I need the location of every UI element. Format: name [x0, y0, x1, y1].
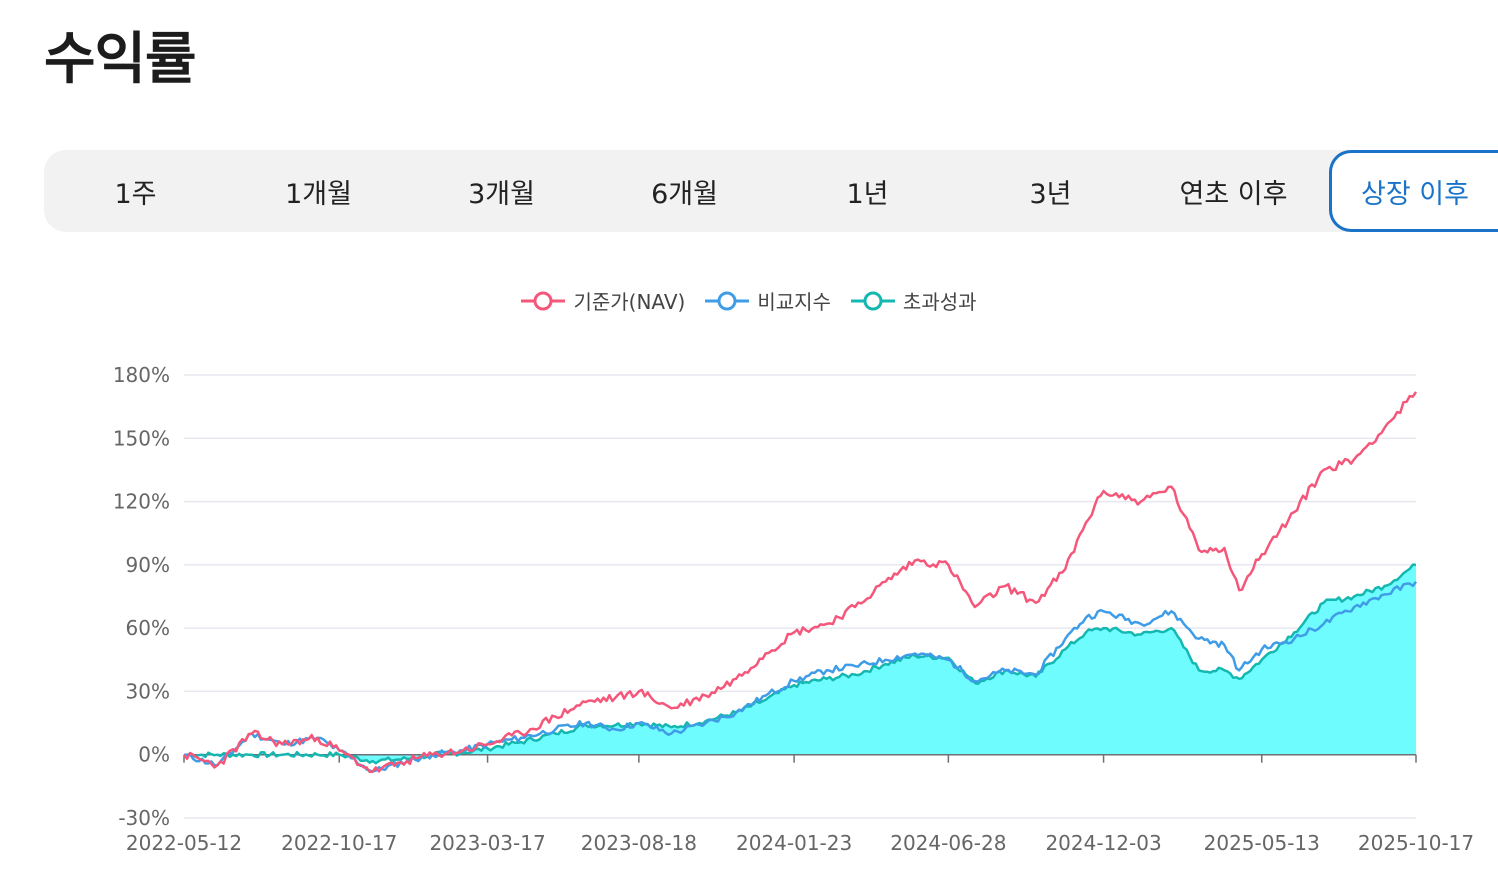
- y-tick-label: 0%: [138, 743, 170, 767]
- y-tick-label: 60%: [126, 616, 170, 640]
- y-tick-label: 90%: [126, 553, 170, 577]
- x-tick-label: 2025-05-13: [1204, 831, 1320, 855]
- x-tick-label: 2022-10-17: [281, 831, 397, 855]
- x-tick-label: 2024-06-28: [890, 831, 1006, 855]
- x-tick-label: 2023-08-18: [581, 831, 697, 855]
- y-tick-label: 150%: [113, 426, 170, 450]
- x-tick-label: 2024-01-23: [736, 831, 852, 855]
- y-tick-label: 180%: [113, 363, 170, 387]
- y-tick-label: 120%: [113, 490, 170, 514]
- y-tick-label: 30%: [126, 679, 170, 703]
- y-tick-label: -30%: [118, 806, 170, 830]
- excess-area: [184, 564, 1416, 764]
- x-tick-label: 2024-12-03: [1045, 831, 1161, 855]
- x-tick-label: 2025-10-17: [1358, 831, 1474, 855]
- x-tick-label: 2023-03-17: [429, 831, 545, 855]
- returns-chart: 180% 150% 120% 90% 60% 30% 0% -30%2022-05-12 202…: [113, 363, 1474, 855]
- x-tick-label: 2022-05-12: [126, 831, 242, 855]
